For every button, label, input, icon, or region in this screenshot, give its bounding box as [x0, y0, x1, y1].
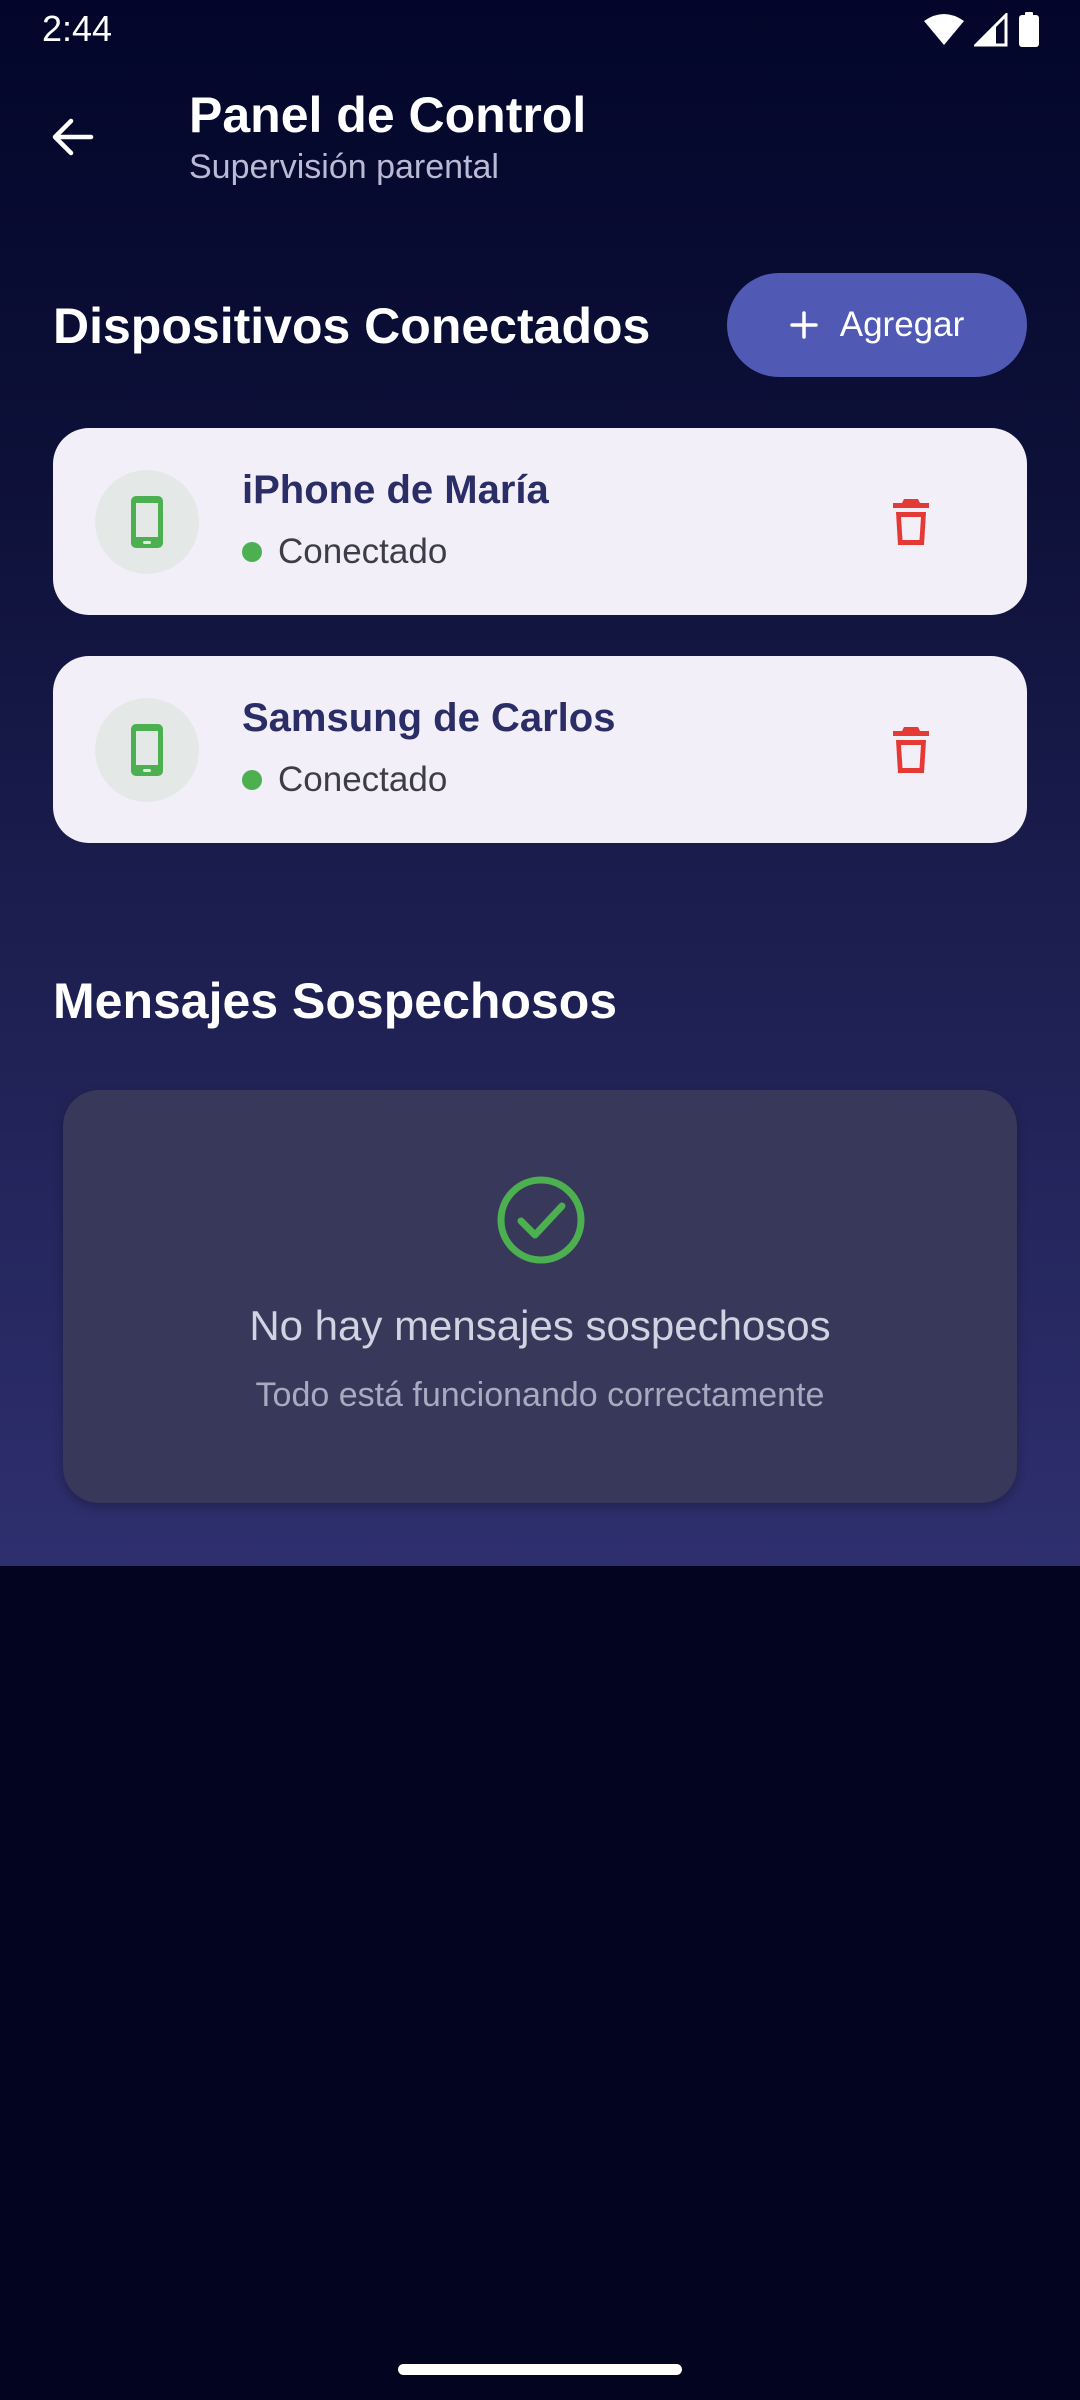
status-time: 2:44: [42, 8, 113, 49]
smartphone-icon: [131, 496, 163, 548]
smartphone-icon: [131, 724, 163, 776]
device-card[interactable]: Samsung de Carlos Conectado: [53, 656, 1027, 843]
device-name: iPhone de María: [242, 468, 549, 512]
status-icons: [924, 12, 1040, 48]
signal-icon: [974, 13, 1008, 47]
device-name: Samsung de Carlos: [242, 696, 616, 740]
device-icon-container: [95, 470, 199, 574]
back-button[interactable]: [36, 100, 110, 174]
add-device-button[interactable]: Agregar: [727, 273, 1027, 377]
home-indicator[interactable]: [398, 2364, 682, 2375]
wifi-icon: [924, 14, 964, 45]
connected-status-dot: [242, 770, 262, 790]
device-status: Conectado: [242, 532, 447, 572]
page-title: Panel de Control: [189, 87, 587, 143]
add-button-label: Agregar: [839, 305, 965, 344]
delete-device-button[interactable]: [869, 480, 953, 564]
connected-status-dot: [242, 542, 262, 562]
device-status: Conectado: [242, 760, 447, 800]
trash-icon: [893, 727, 929, 773]
empty-state-subtitle: Todo está funcionando correctamente: [255, 1376, 825, 1414]
device-status-label: Conectado: [278, 760, 448, 799]
device-card[interactable]: iPhone de María Conectado: [53, 428, 1027, 615]
devices-section-title: Dispositivos Conectados: [53, 298, 651, 354]
plus-icon: [789, 311, 818, 339]
empty-messages-card: No hay mensajes sospechosos Todo está fu…: [63, 1090, 1017, 1503]
check-circle-icon: [497, 1176, 585, 1264]
arrow-back-icon: [52, 118, 94, 156]
trash-icon: [893, 499, 929, 545]
page-subtitle: Supervisión parental: [189, 148, 499, 186]
status-bar: 2:44: [0, 0, 1080, 60]
delete-device-button[interactable]: [869, 708, 953, 792]
messages-section-title: Mensajes Sospechosos: [53, 973, 618, 1029]
device-status-label: Conectado: [278, 532, 448, 571]
screen: 2:44 Panel de Control Supervisión parent…: [0, 0, 1080, 2400]
battery-icon: [1019, 12, 1039, 47]
empty-state-title: No hay mensajes sospechosos: [249, 1302, 831, 1349]
device-icon-container: [95, 698, 199, 802]
